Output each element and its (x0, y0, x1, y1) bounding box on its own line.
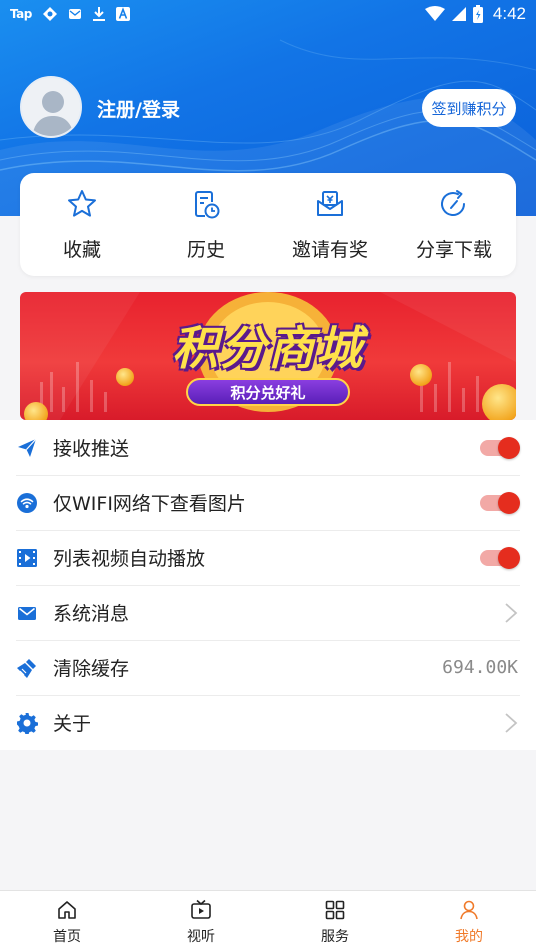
status-time: 4:42 (492, 4, 526, 23)
coin-decoration (482, 384, 516, 420)
settings-list: 接收推送 仅WIFI网络下查看图片 列表视频自动播放 系统消息 清除缓存 694… (0, 420, 536, 750)
quick-actions-card: 收藏 历史 邀请有奖 分享下载 (20, 173, 516, 276)
chevron-right-icon (505, 602, 518, 623)
points-mall-banner[interactable]: 积分商城 积分兑好礼 (20, 292, 516, 420)
tab-services[interactable]: 服务 (268, 891, 402, 952)
login-link[interactable]: 注册/登录 (97, 95, 180, 122)
invite-icon (317, 191, 343, 216)
cell-signal-icon (451, 7, 466, 21)
tab-label: 首页 (53, 929, 81, 945)
setting-label: 接收推送 (53, 438, 130, 460)
setting-system-messages[interactable]: 系统消息 (0, 585, 536, 640)
setting-about[interactable]: 关于 (0, 695, 536, 750)
grid-icon (325, 900, 345, 920)
status-bar: Tap 4:42 (0, 0, 536, 28)
tab-audio-video[interactable]: 视听 (134, 891, 268, 952)
quick-share-label: 分享下载 (415, 239, 492, 261)
video-icon (17, 548, 37, 567)
broom-icon (17, 658, 36, 678)
setting-receive-push[interactable]: 接收推送 (0, 420, 536, 475)
coin-decoration (24, 402, 48, 420)
gear-icon (17, 712, 38, 734)
setting-wifi-only-images[interactable]: 仅WIFI网络下查看图片 (0, 475, 536, 530)
setting-label: 系统消息 (53, 603, 130, 625)
quick-favorites[interactable]: 收藏 (20, 173, 144, 276)
quick-invite[interactable]: 邀请有奖 (268, 173, 392, 276)
quick-invite-label: 邀请有奖 (291, 239, 368, 261)
mail-icon (68, 9, 81, 19)
cache-size-value: 694.00K (442, 657, 518, 678)
quick-history[interactable]: 历史 (144, 173, 268, 276)
setting-label: 列表视频自动播放 (53, 548, 206, 570)
avatar[interactable] (20, 76, 82, 138)
setting-label: 关于 (53, 713, 92, 735)
setting-label: 清除缓存 (53, 658, 130, 680)
tab-label: 我的 (455, 929, 483, 945)
quick-share[interactable]: 分享下载 (392, 173, 516, 276)
a-icon (115, 7, 130, 21)
star-icon (68, 190, 96, 217)
tab-mine[interactable]: 我的 (402, 891, 536, 952)
tv-icon (191, 899, 211, 919)
autoplay-toggle[interactable] (480, 546, 520, 569)
setting-autoplay-video[interactable]: 列表视频自动播放 (0, 530, 536, 585)
chevron-right-icon (505, 712, 518, 733)
quick-favorites-label: 收藏 (62, 239, 101, 261)
download-icon (92, 7, 105, 21)
mail-icon (18, 606, 36, 620)
banner-subtitle: 积分兑好礼 (186, 378, 350, 406)
wifi-icon (17, 492, 37, 513)
banner-title: 积分商城 (172, 321, 364, 375)
setting-label: 仅WIFI网络下查看图片 (53, 493, 246, 515)
tap-app-indicator: Tap (10, 7, 32, 21)
sync-icon (42, 7, 57, 21)
send-icon (18, 438, 37, 457)
bottom-tab-bar: 首页 视听 服务 我的 (0, 890, 536, 952)
wifi-signal-icon (424, 6, 445, 21)
history-icon (195, 191, 220, 219)
share-icon (441, 190, 465, 216)
user-icon (460, 900, 478, 920)
quick-history-label: 历史 (186, 239, 225, 261)
battery-icon (472, 5, 483, 23)
wifi-only-toggle[interactable] (480, 491, 520, 514)
tab-label: 服务 (321, 929, 349, 945)
tab-label: 视听 (187, 929, 215, 945)
push-toggle[interactable] (480, 436, 520, 459)
signin-earn-points-button[interactable]: 签到赚积分 (422, 89, 516, 127)
home-icon (58, 901, 76, 919)
setting-clear-cache[interactable]: 清除缓存 694.00K (0, 640, 536, 695)
tab-home[interactable]: 首页 (0, 891, 134, 952)
